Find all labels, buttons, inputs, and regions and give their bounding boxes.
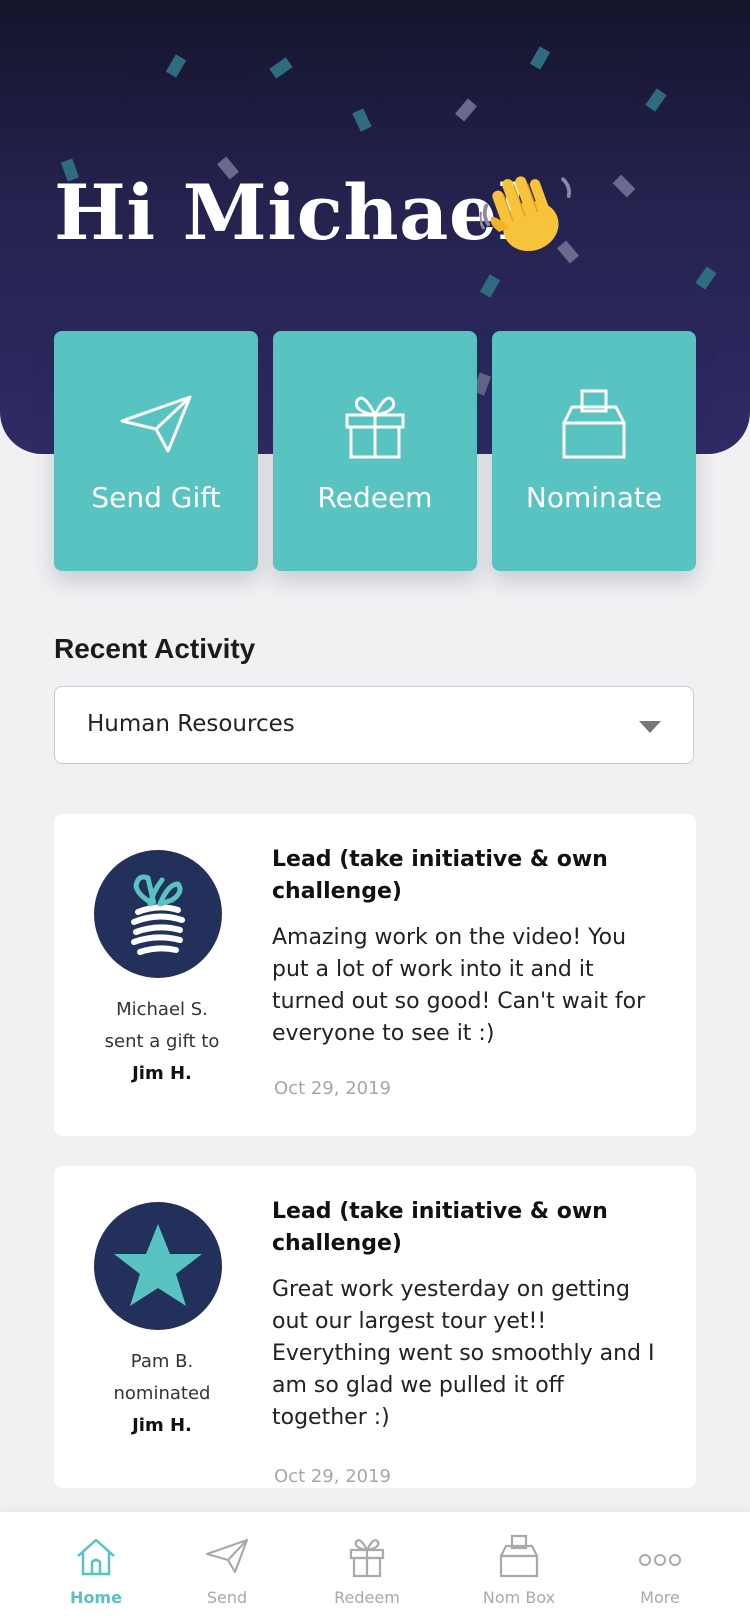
tab-home[interactable]: Home — [31, 1512, 161, 1624]
tab-send[interactable]: Send — [162, 1512, 292, 1624]
tab-send-label: Send — [206, 1588, 248, 1607]
confetti-piece — [612, 174, 636, 198]
confetti-piece — [269, 57, 293, 79]
nominate-button[interactable]: Nominate — [492, 331, 696, 571]
tab-nom-box[interactable]: Nom Box — [454, 1512, 584, 1624]
quick-actions: Send Gift Redeem Nominate — [54, 331, 696, 571]
activity-sender: Pam B. — [130, 1351, 194, 1372]
gift-icon — [131, 874, 185, 955]
activity-date: Oct 29, 2019 — [274, 1078, 391, 1099]
tab-redeem-label: Redeem — [334, 1588, 400, 1607]
tab-home-label: Home — [70, 1588, 122, 1607]
activity-message: Amazing work on the video! You put a lot… — [272, 925, 646, 1046]
activity-recipient: Jim H. — [132, 1415, 192, 1436]
activity-action: nominated — [113, 1383, 211, 1404]
paper-plane-icon — [205, 1538, 249, 1574]
activity-recipient: Jim H. — [132, 1063, 192, 1084]
confetti-piece — [695, 266, 717, 290]
activity-card[interactable]: Pam B. nominated Jim H. Lead (take initi… — [54, 1166, 696, 1488]
tab-more[interactable]: More — [595, 1512, 725, 1624]
confetti-piece — [165, 54, 187, 78]
chevron-down-icon — [639, 721, 661, 733]
send-gift-button[interactable]: Send Gift — [54, 331, 258, 571]
redeem-button[interactable]: Redeem — [273, 331, 477, 571]
activity-card[interactable]: Michael S. sent a gift to Jim H. Lead (t… — [54, 814, 696, 1136]
activity-title: Lead (take initiative & own challenge) — [272, 1199, 608, 1256]
star-icon — [114, 1224, 202, 1306]
confetti-piece — [645, 88, 667, 112]
more-icon — [639, 1554, 681, 1566]
ballot-box-icon — [499, 1534, 539, 1578]
tab-redeem[interactable]: Redeem — [302, 1512, 432, 1624]
paper-plane-icon — [120, 395, 192, 453]
activity-avatar — [94, 1202, 222, 1330]
ballot-box-icon — [562, 389, 626, 459]
activity-meta: Michael S. sent a gift to Jim H. — [64, 994, 260, 1090]
activity-sender: Michael S. — [116, 999, 208, 1020]
dropdown-selected-value: Human Resources — [87, 711, 295, 737]
activity-avatar — [94, 850, 222, 978]
home-icon — [77, 1538, 115, 1576]
redeem-label: Redeem — [317, 481, 433, 514]
bottom-tab-bar: Home Send Redeem Nom Box More — [0, 1512, 750, 1624]
activity-message: Great work yesterday on getting out our … — [272, 1277, 655, 1430]
activity-title: Lead (take initiative & own challenge) — [272, 847, 608, 904]
confetti-piece — [479, 274, 501, 298]
nominate-label: Nominate — [525, 481, 663, 514]
tab-more-label: More — [640, 1588, 680, 1607]
department-filter-dropdown[interactable]: Human Resources — [54, 686, 694, 764]
confetti-piece — [352, 108, 372, 132]
activity-meta: Pam B. nominated Jim H. — [64, 1346, 260, 1442]
tab-nom-box-label: Nom Box — [482, 1588, 556, 1607]
gift-icon — [349, 1539, 385, 1578]
waving-hand-icon — [480, 176, 571, 252]
send-gift-label: Send Gift — [91, 481, 221, 514]
activity-action: sent a gift to — [104, 1031, 220, 1052]
confetti-piece — [529, 46, 551, 70]
recent-activity-title: Recent Activity — [54, 633, 256, 664]
activity-date: Oct 29, 2019 — [274, 1466, 391, 1487]
gift-icon — [345, 396, 405, 459]
greeting-title: Hi Michael — [54, 168, 528, 257]
confetti-piece — [454, 98, 478, 122]
